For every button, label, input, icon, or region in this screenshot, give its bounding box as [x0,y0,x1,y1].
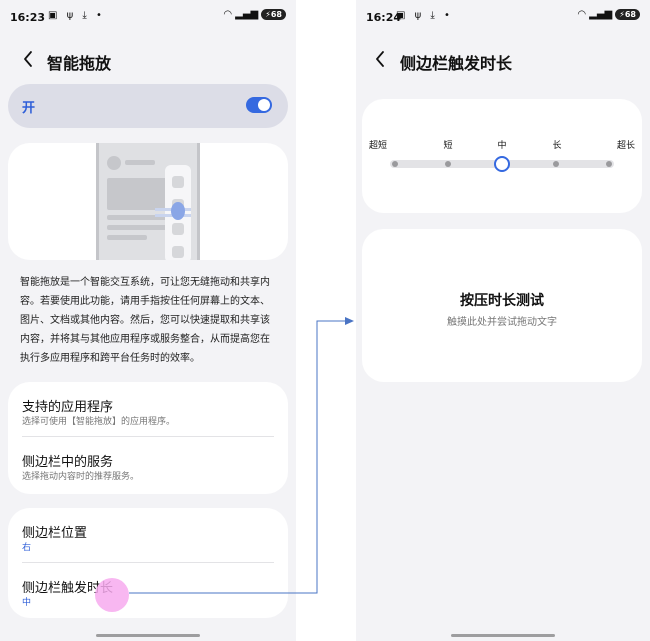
settings-group-1: 支持的应用程序 选择可使用【智能拖放】的应用程序。 侧边栏中的服务 选择拖动内容… [8,382,288,494]
top-bar: 智能拖放 [0,42,296,78]
signal-icon: ▂▄▆ [235,9,259,20]
supported-apps-title: 支持的应用程序 [22,400,114,415]
slider-label-extra-short: 超短 [368,141,388,151]
status-right-icons: ◠ ▂▄▆ ⚡68 [223,9,286,20]
press-test-title: 按压时长测试 [460,293,544,309]
master-toggle-row[interactable]: 开 [8,84,288,128]
home-indicator[interactable] [451,634,555,637]
status-bar: 16:23 ▣ ψ ⤓ • ◠ ▂▄▆ ⚡68 [0,0,296,34]
back-button[interactable] [18,48,40,70]
chevron-left-icon [24,51,32,67]
master-switch[interactable] [246,97,272,113]
slider-step-dot[interactable] [445,161,451,167]
battery-icon: ⚡68 [615,9,640,20]
feature-illustration [8,143,288,260]
page-title: 侧边栏触发时长 [400,54,513,73]
battery-level: 68 [624,10,636,19]
sidebar-services-title: 侧边栏中的服务 [22,455,114,470]
slider-label-extra-long: 超长 [616,141,636,151]
back-button[interactable] [370,48,392,70]
switch-knob [258,99,270,111]
supported-apps-item[interactable]: 支持的应用程序 选择可使用【智能拖放】的应用程序。 [8,382,288,436]
sidebar-trigger-duration-item[interactable]: 侧边栏触发时长 中 [8,563,288,618]
battery-icon: ⚡68 [261,9,286,20]
slider-label-long: 长 [552,141,562,151]
signal-icon: ▂▄▆ [589,9,613,20]
status-right-icons: ◠ ▂▄▆ ⚡68 [577,9,640,20]
sidebar-services-subtitle: 选择拖动内容时的推荐服务。 [22,472,140,482]
notification-icons: ▣ ψ ⤓ • [396,10,453,21]
wifi-icon: ◠ [577,9,587,20]
touch-indicator [95,578,129,612]
press-test-subtitle: 触摸此处并尝试拖动文字 [447,317,557,328]
toggle-label: 开 [22,101,36,116]
sidebar-trigger-duration-value: 中 [22,598,32,608]
slider-label-short: 短 [443,141,453,151]
slider-step-dot[interactable] [553,161,559,167]
sidebar-position-item[interactable]: 侧边栏位置 右 [8,508,288,562]
top-bar: 侧边栏触发时长 [356,42,650,78]
battery-level: 68 [270,10,282,19]
slider-step-dot[interactable] [606,161,612,167]
page-title: 智能拖放 [47,54,112,73]
supported-apps-subtitle: 选择可使用【智能拖放】的应用程序。 [22,417,176,427]
sidebar-position-value: 右 [22,543,32,553]
wifi-icon: ◠ [223,9,233,20]
home-indicator[interactable] [96,634,200,637]
sidebar-services-item[interactable]: 侧边栏中的服务 选择拖动内容时的推荐服务。 [8,437,288,494]
drag-illustration-icon [107,156,191,260]
status-bar: 16:24 ▣ ψ ⤓ • ◠ ▂▄▆ ⚡68 [356,0,650,34]
phone-illustration [96,143,200,260]
settings-group-2: 侧边栏位置 右 侧边栏触发时长 中 [8,508,288,618]
notification-icons: ▣ ψ ⤓ • [48,10,105,21]
status-time: 16:23 [10,11,46,24]
chevron-left-icon [376,51,384,67]
feature-description: 智能拖放是一个智能交互系统，可让您无缝拖动和共享内容。若要使用此功能，请用手指按… [20,277,270,364]
duration-slider-thumb[interactable] [494,156,510,172]
sidebar-position-title: 侧边栏位置 [22,526,88,541]
slider-label-medium: 中 [497,141,507,151]
slider-step-dot[interactable] [392,161,398,167]
